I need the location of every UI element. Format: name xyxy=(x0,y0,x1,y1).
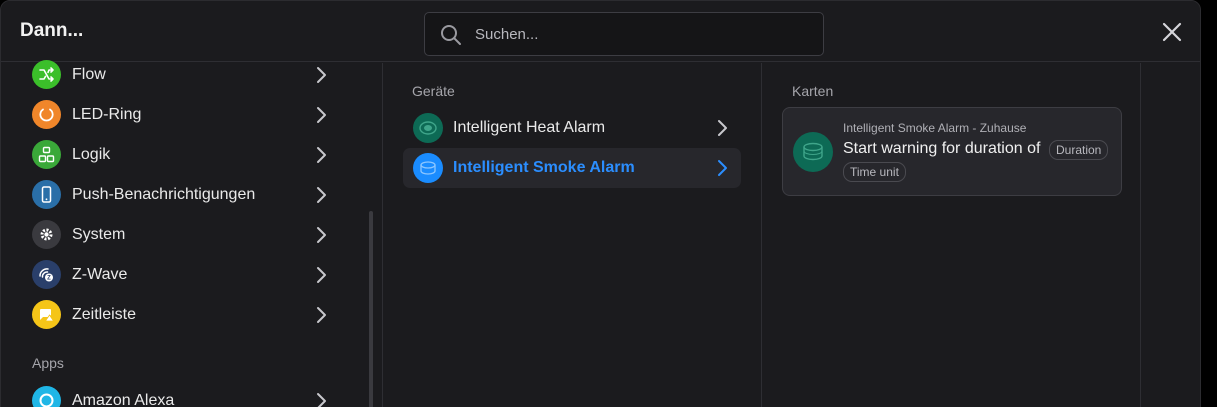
device-item-smoke-alarm[interactable]: Intelligent Smoke Alarm xyxy=(403,148,741,188)
search-icon xyxy=(441,25,461,45)
sidebar-item-label: System xyxy=(72,226,126,243)
device-label: Intelligent Smoke Alarm xyxy=(453,159,635,176)
flow-card-picker-dialog: Dann... Flow LED-Ring xyxy=(0,0,1201,407)
heat-alarm-icon xyxy=(413,113,443,143)
dialog-title: Dann... xyxy=(20,20,84,41)
duration-tag[interactable]: Duration xyxy=(1049,140,1109,160)
cards-column: Karten Intelligent Smoke Alarm - Zuhause… xyxy=(761,63,1141,407)
card-subtitle: Intelligent Smoke Alarm - Zuhause xyxy=(843,121,1027,135)
chevron-right-icon xyxy=(317,187,326,203)
devices-column: Geräte Intelligent Heat Alarm Intelligen… xyxy=(382,63,760,407)
sidebar-item-led-ring[interactable]: LED-Ring xyxy=(21,95,341,135)
search-input[interactable] xyxy=(475,21,805,47)
flow-card[interactable]: Intelligent Smoke Alarm - Zuhause Start … xyxy=(782,107,1122,196)
ring-icon xyxy=(32,100,61,129)
device-item-heat-alarm[interactable]: Intelligent Heat Alarm xyxy=(403,108,741,148)
search-box[interactable] xyxy=(424,12,824,56)
sidebar-item-push-notifications[interactable]: Push-Benachrichtigungen xyxy=(21,175,341,215)
sidebar-item-label: LED-Ring xyxy=(72,106,142,123)
sidebar-item-label: Logik xyxy=(72,146,111,163)
sidebar-item-amazon-alexa[interactable]: Amazon Alexa xyxy=(21,381,341,407)
smoke-alarm-icon xyxy=(793,132,833,172)
chevron-right-icon xyxy=(317,267,326,283)
scrollbar[interactable] xyxy=(369,211,373,407)
chevron-right-icon xyxy=(317,393,326,407)
devices-section-label: Geräte xyxy=(412,83,455,99)
sidebar-item-label: Zeitleiste xyxy=(72,306,137,323)
shuffle-icon xyxy=(32,60,61,89)
chevron-right-icon xyxy=(718,120,727,136)
smoke-alarm-icon xyxy=(413,153,443,183)
phone-icon xyxy=(32,180,61,209)
dialog-header: Dann... xyxy=(1,1,1200,62)
sidebar-item-system[interactable]: System xyxy=(21,215,341,255)
sidebar-item-label: Amazon Alexa xyxy=(72,392,175,407)
chevron-right-icon xyxy=(718,160,727,176)
card-title: Start warning for duration of xyxy=(843,140,1041,157)
sidebar-item-label: Flow xyxy=(72,66,106,83)
logic-icon xyxy=(32,140,61,169)
close-icon[interactable] xyxy=(1159,19,1185,45)
sidebar-item-z-wave[interactable]: Z Z-Wave xyxy=(21,255,341,295)
chevron-right-icon xyxy=(317,227,326,243)
svg-text:Z: Z xyxy=(47,276,51,282)
time-unit-tag[interactable]: Time unit xyxy=(843,162,906,182)
chevron-right-icon xyxy=(317,307,326,323)
sidebar-item-label: Z-Wave xyxy=(72,266,128,283)
gear-icon xyxy=(32,220,61,249)
sidebar-item-zeitleiste[interactable]: Zeitleiste xyxy=(21,295,341,335)
chevron-right-icon xyxy=(317,147,326,163)
alexa-icon xyxy=(32,386,61,407)
sidebar-item-flow[interactable]: Flow xyxy=(21,55,341,95)
sidebar-item-label: Push-Benachrichtigungen xyxy=(72,186,256,203)
apps-section-label: Apps xyxy=(32,355,64,371)
zwave-icon: Z xyxy=(32,260,61,289)
category-column: Flow LED-Ring Logik Push-Benachrichtigun… xyxy=(1,60,381,407)
device-label: Intelligent Heat Alarm xyxy=(453,119,606,136)
sidebar-item-logik[interactable]: Logik xyxy=(21,135,341,175)
timeline-icon xyxy=(32,300,61,329)
chevron-right-icon xyxy=(317,67,326,83)
chevron-right-icon xyxy=(317,107,326,123)
cards-section-label: Karten xyxy=(792,83,834,99)
